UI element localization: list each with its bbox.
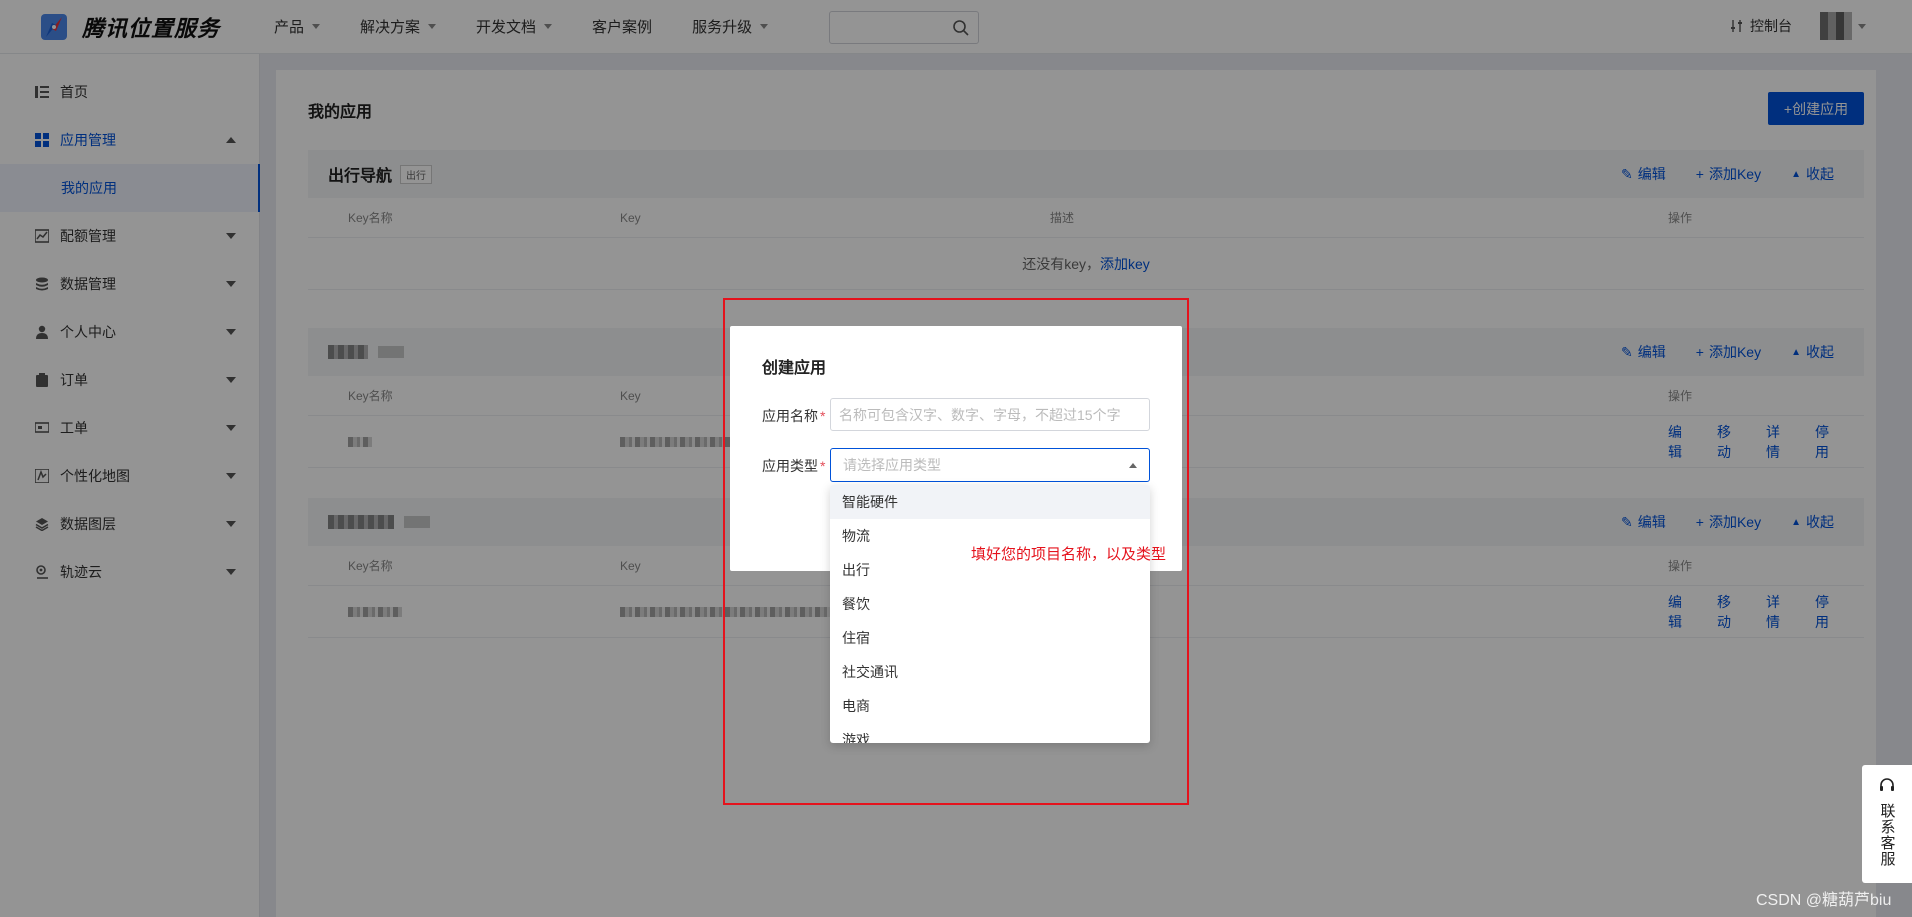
customer-service-button[interactable]: 联系客服 (1862, 765, 1912, 883)
headset-icon (1880, 778, 1894, 791)
service-label: 联系客服 (1878, 803, 1896, 867)
watermark: CSDN @糖葫芦biu (1756, 892, 1892, 909)
annotation-text: 填好您的项目名称，以及类型 (971, 546, 1167, 563)
